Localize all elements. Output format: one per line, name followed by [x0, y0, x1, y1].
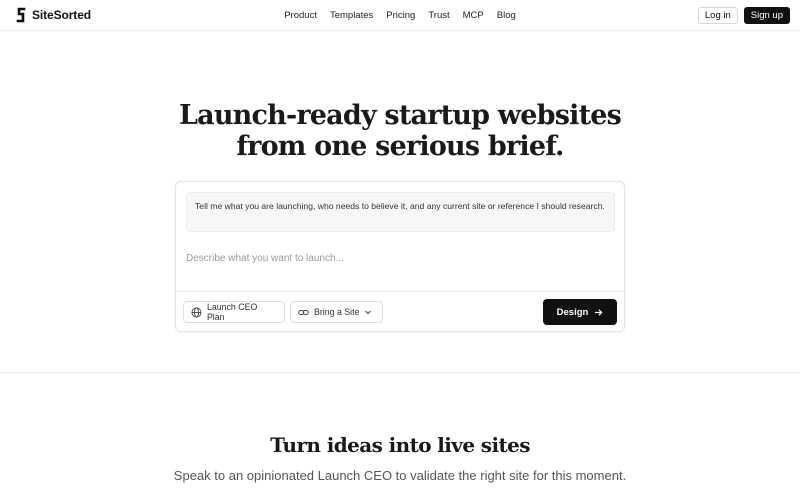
- globe-icon: [191, 306, 202, 318]
- hero-title-line-1: Launch-ready startup websites: [178, 100, 622, 131]
- nav-link-trust[interactable]: Trust: [428, 10, 449, 21]
- section-divider: [0, 372, 800, 373]
- brief-input[interactable]: [186, 248, 615, 268]
- top-navigation-bar: SiteSorted Product Templates Pricing Tru…: [0, 0, 800, 31]
- prompt-hint: Tell me what you are launching, who need…: [186, 192, 615, 232]
- design-button-label: Design: [556, 306, 589, 318]
- nav-link-mcp[interactable]: MCP: [463, 10, 484, 21]
- hero-title-line-2: from one serious brief.: [236, 131, 564, 162]
- bring-a-site-dropdown[interactable]: Bring a Site: [290, 301, 383, 323]
- section-title: Turn ideas into live sites: [270, 433, 530, 457]
- link-icon: [298, 309, 309, 315]
- nav-link-blog[interactable]: Blog: [497, 10, 516, 21]
- bring-a-site-label: Bring a Site: [314, 307, 360, 317]
- launch-ceo-plan-label: Launch CEO Plan: [206, 302, 258, 322]
- signup-button[interactable]: Sign up: [743, 7, 790, 24]
- launch-ceo-plan-button[interactable]: Launch CEO Plan: [183, 301, 285, 323]
- brief-composer: Tell me what you are launching, who need…: [175, 181, 625, 332]
- composer-divider: [176, 291, 624, 292]
- section-subtitle: Speak to an opinionated Launch CEO to va…: [173, 468, 627, 483]
- hero-title: Launch-ready startup websites from one s…: [0, 100, 800, 162]
- nav-link-product[interactable]: Product: [284, 10, 317, 21]
- main-nav: Product Templates Pricing Trust MCP Blog: [0, 10, 800, 21]
- design-button[interactable]: Design: [543, 299, 617, 325]
- login-button[interactable]: Log in: [697, 7, 738, 24]
- auth-actions: Log in Sign up: [697, 7, 790, 24]
- chevron-down-icon: [365, 310, 372, 315]
- arrow-right-icon: [595, 308, 603, 316]
- nav-link-templates[interactable]: Templates: [330, 10, 373, 21]
- nav-link-pricing[interactable]: Pricing: [386, 10, 415, 21]
